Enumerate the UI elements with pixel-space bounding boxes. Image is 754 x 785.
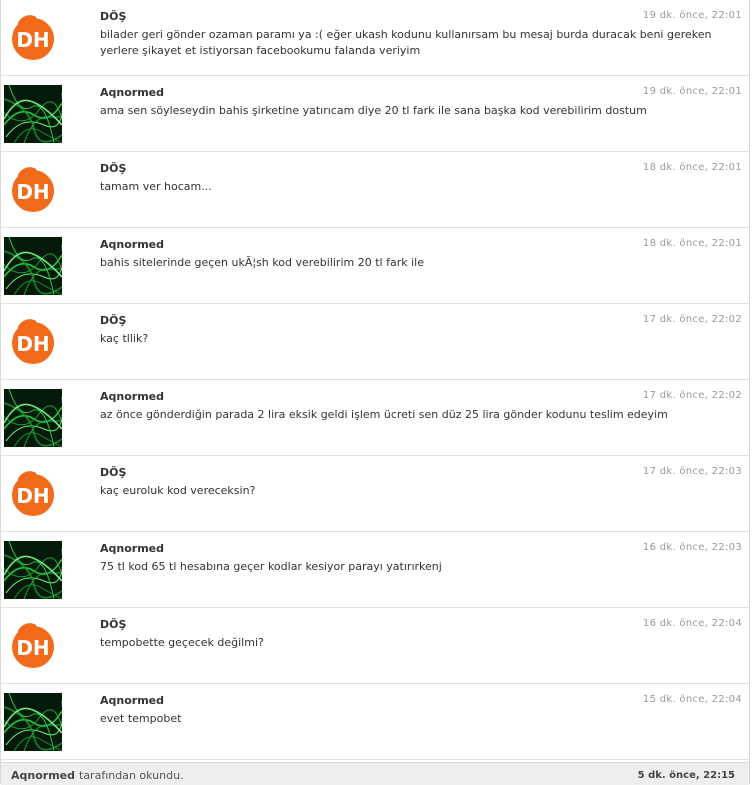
read-receipt-time: 5 dk. önce, 22:15 (637, 770, 735, 781)
svg-text:DH: DH (16, 28, 49, 52)
message-time: 15 dk. önce, 22:04 (642, 694, 742, 705)
sender-name[interactable]: DÖŞ (100, 314, 126, 327)
sender-name[interactable]: Aqnormed (100, 238, 164, 251)
message-text: bilader geri gönder ozaman paramı ya :( … (100, 28, 712, 57)
message-text: tamam ver hocam... (100, 180, 212, 193)
green-lights-avatar[interactable] (4, 237, 62, 295)
message-text: evet tempobet (100, 712, 182, 725)
orange-logo-avatar[interactable]: DH (4, 161, 62, 219)
message-text: kaç tllik? (100, 332, 149, 345)
green-lights-avatar[interactable] (4, 541, 62, 599)
sender-name[interactable]: Aqnormed (100, 86, 164, 99)
message-item: DH DÖŞ 17 dk. önce, 22:03 kaç euroluk kod v… (1, 456, 749, 532)
svg-text:DH: DH (16, 636, 49, 660)
sender-name[interactable]: DÖŞ (100, 162, 126, 175)
message-text: kaç euroluk kod vereceksin? (100, 484, 256, 497)
message-text: ama sen söyleseydin bahis şirketine yatı… (100, 104, 647, 117)
message-item: Aqnormed 15 dk. önce, 22:04 evet tempobet (1, 684, 749, 760)
sender-name[interactable]: DÖŞ (100, 618, 126, 631)
green-lights-avatar[interactable] (4, 693, 62, 751)
read-receipt-label: tarafından okundu. (79, 769, 184, 782)
message-item: DH DÖŞ 19 dk. önce, 22:01 bilader geri gönd… (1, 0, 749, 76)
svg-text:DH: DH (16, 332, 49, 356)
sender-name[interactable]: Aqnormed (100, 694, 164, 707)
orange-logo-avatar[interactable]: DH (4, 465, 62, 523)
message-time: 19 dk. önce, 22:01 (642, 86, 742, 97)
message-time: 17 dk. önce, 22:02 (642, 314, 742, 325)
message-time: 16 dk. önce, 22:03 (642, 542, 742, 553)
read-receipt-reader[interactable]: Aqnormed (11, 769, 75, 782)
message-time: 18 dk. önce, 22:01 (642, 162, 742, 173)
message-item: DH DÖŞ 17 dk. önce, 22:02 kaç tllik? (1, 304, 749, 380)
message-item: Aqnormed 16 dk. önce, 22:03 75 tl kod 65 t… (1, 532, 749, 608)
message-list: DH DÖŞ 19 dk. önce, 22:01 bilader geri gönd… (1, 0, 749, 760)
svg-text:DH: DH (16, 180, 49, 204)
message-time: 18 dk. önce, 22:01 (642, 238, 742, 249)
message-item: DH DÖŞ 18 dk. önce, 22:01 tamam ver hocam..… (1, 152, 749, 228)
orange-logo-avatar[interactable]: DH (4, 9, 62, 67)
sender-name[interactable]: DÖŞ (100, 466, 126, 479)
orange-logo-avatar[interactable]: DH (4, 313, 62, 371)
message-text: tempobette geçecek değilmi? (100, 636, 264, 649)
message-item: Aqnormed 19 dk. önce, 22:01 ama sen söyles… (1, 76, 749, 152)
message-time: 17 dk. önce, 22:03 (642, 466, 742, 477)
green-lights-avatar[interactable] (4, 85, 62, 143)
message-thread: DH DÖŞ 19 dk. önce, 22:01 bilader geri gönd… (0, 0, 750, 785)
message-text: az önce gönderdiğin parada 2 lira eksik … (100, 408, 668, 421)
message-item: Aqnormed 17 dk. önce, 22:02 az önce gönder… (1, 380, 749, 456)
read-receipt-bar: Aqnormed tarafından okundu. 5 dk. önce, … (1, 762, 749, 785)
message-text: 75 tl kod 65 tl hesabına geçer kodlar ke… (100, 560, 442, 573)
message-text: bahis sitelerinde geçen ukÃ¦sh kod vereb… (100, 256, 424, 269)
orange-logo-avatar[interactable]: DH (4, 617, 62, 675)
sender-name[interactable]: Aqnormed (100, 542, 164, 555)
sender-name[interactable]: Aqnormed (100, 390, 164, 403)
message-time: 19 dk. önce, 22:01 (642, 10, 742, 21)
sender-name[interactable]: DÖŞ (100, 10, 126, 23)
message-item: DH DÖŞ 16 dk. önce, 22:04 tempobette geçece… (1, 608, 749, 684)
message-time: 16 dk. önce, 22:04 (642, 618, 742, 629)
message-time: 17 dk. önce, 22:02 (642, 390, 742, 401)
svg-text:DH: DH (16, 484, 49, 508)
green-lights-avatar[interactable] (4, 389, 62, 447)
message-item: Aqnormed 18 dk. önce, 22:01 bahis siteleri… (1, 228, 749, 304)
